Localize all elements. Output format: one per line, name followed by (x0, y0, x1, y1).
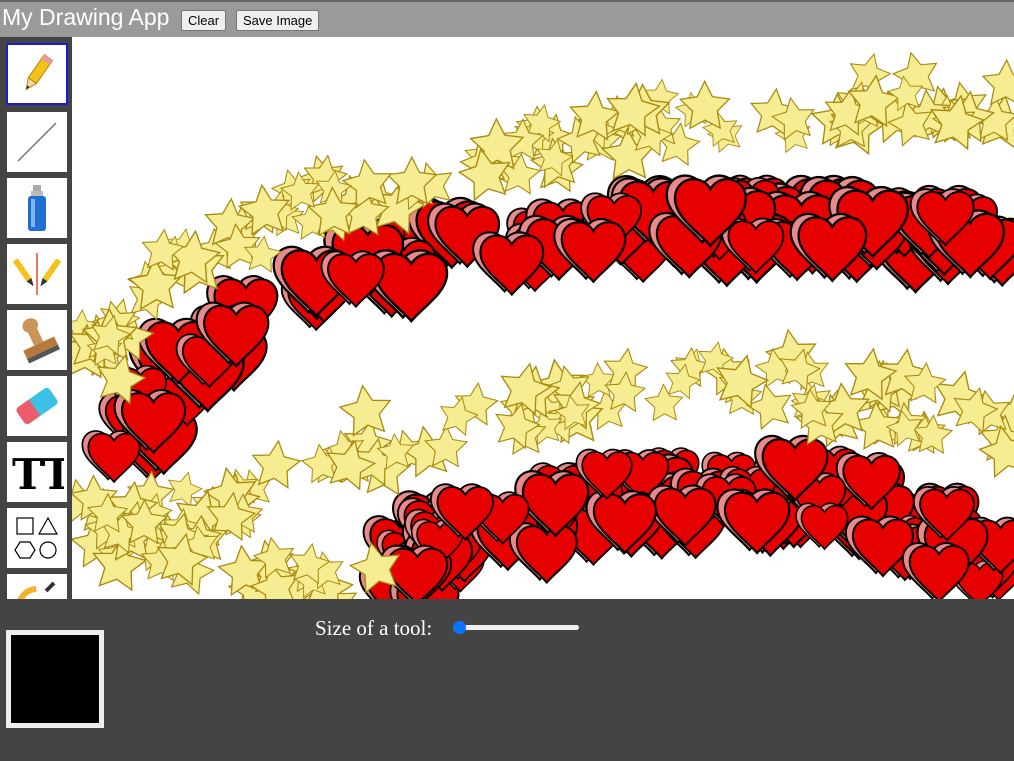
clear-button[interactable]: Clear (181, 10, 227, 31)
tool-text[interactable]: TT (6, 441, 68, 503)
stamp-icon (22, 318, 61, 364)
tool-shapes[interactable] (6, 507, 68, 569)
text-tool-glyph: TT (12, 450, 64, 497)
app-header: My Drawing App Clear Save Image (0, 0, 1014, 37)
color-wheel-icon (17, 581, 57, 599)
slider-track (455, 625, 579, 630)
tool-size-slider[interactable] (451, 619, 581, 635)
tool-sidebar: TT (0, 37, 72, 599)
eraser-icon (16, 387, 58, 425)
bottom-panel: Size of a tool: (0, 599, 1014, 761)
pencil-icon (25, 54, 54, 91)
spray-can-icon (28, 185, 46, 231)
tool-stamp[interactable] (6, 309, 68, 371)
tool-line[interactable] (6, 111, 68, 173)
canvas-artwork (72, 47, 1014, 599)
shapes-icon (14, 516, 59, 559)
slider-thumb[interactable] (453, 621, 466, 634)
size-label: Size of a tool: (315, 616, 433, 640)
current-color-swatch[interactable] (6, 630, 104, 728)
mirror-pencils-icon (12, 253, 62, 295)
tool-mirror-draw[interactable] (6, 243, 68, 305)
text-icon: TT (12, 450, 64, 497)
drawing-canvas[interactable] (72, 37, 1014, 599)
save-image-button[interactable]: Save Image (236, 10, 320, 31)
tool-pencil[interactable] (6, 43, 68, 105)
line-icon (17, 122, 57, 162)
tool-eraser[interactable] (6, 375, 68, 437)
app-title: My Drawing App (2, 4, 170, 30)
tool-color-picker[interactable] (6, 573, 68, 599)
tool-spray-can[interactable] (6, 177, 68, 239)
